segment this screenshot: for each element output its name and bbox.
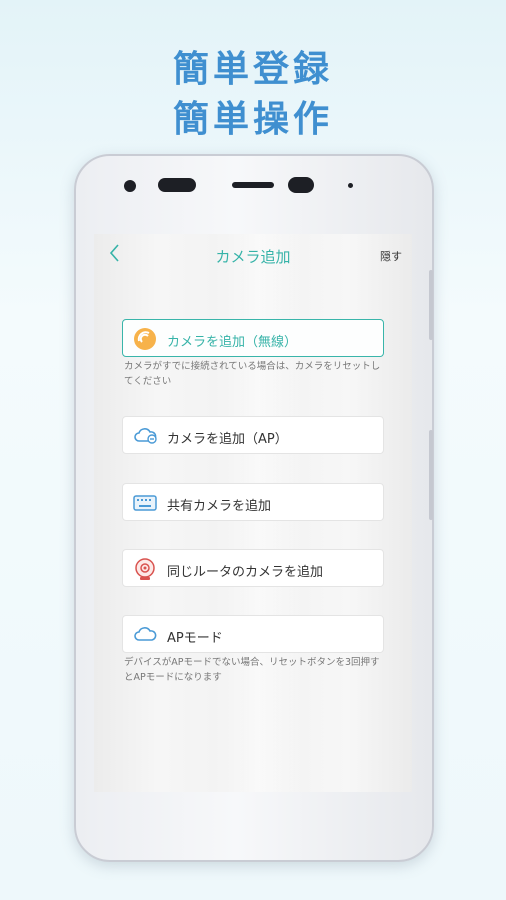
router-icon [133, 557, 157, 581]
cloud-icon [133, 623, 157, 647]
add-camera-ap-button[interactable]: カメラを追加（AP） [122, 416, 384, 454]
promo-headline-1: 簡単登録 [172, 49, 333, 90]
ap-mode-button[interactable]: APモード [122, 615, 384, 653]
wireless-icon [133, 327, 157, 351]
phone-indicator-dot [348, 183, 353, 188]
phone-speaker [232, 182, 274, 188]
keyboard-icon [133, 491, 157, 515]
app-screen: カメラ追加 隠す カメラを追加（無線） カメラがすでに接続されている場合は、カメ… [94, 234, 412, 792]
page-title: カメラ追加 [215, 248, 291, 266]
option-label: カメラを追加（AP） [167, 432, 288, 447]
option-label: カメラを追加（無線） [167, 335, 298, 350]
promo-headline-2: 簡単操作 [172, 99, 333, 140]
hide-button[interactable]: 隠す [380, 248, 402, 264]
cloud-link-icon [133, 424, 157, 448]
ap-mode-hint: デバイスがAPモードでない場合、リセットボタンを3回押すとAPモードになります [124, 657, 380, 683]
wireless-hint: カメラがすでに接続されている場合は、カメラをリセットしてください [124, 361, 381, 387]
add-shared-camera-button[interactable]: 共有カメラを追加 [122, 483, 384, 521]
phone-side-button [429, 430, 433, 520]
phone-camera-dot [124, 180, 136, 192]
add-same-router-camera-button[interactable]: 同じルータのカメラを追加 [122, 549, 384, 587]
option-label: 同じルータのカメラを追加 [167, 565, 324, 580]
option-label: APモード [167, 631, 223, 646]
add-camera-wireless-button[interactable]: カメラを追加（無線） [122, 319, 384, 357]
phone-sensor [158, 178, 196, 192]
phone-side-button [429, 270, 433, 340]
phone-front-camera [288, 177, 314, 193]
nav-bar: カメラ追加 隠す [94, 234, 412, 276]
option-label: 共有カメラを追加 [167, 499, 272, 514]
